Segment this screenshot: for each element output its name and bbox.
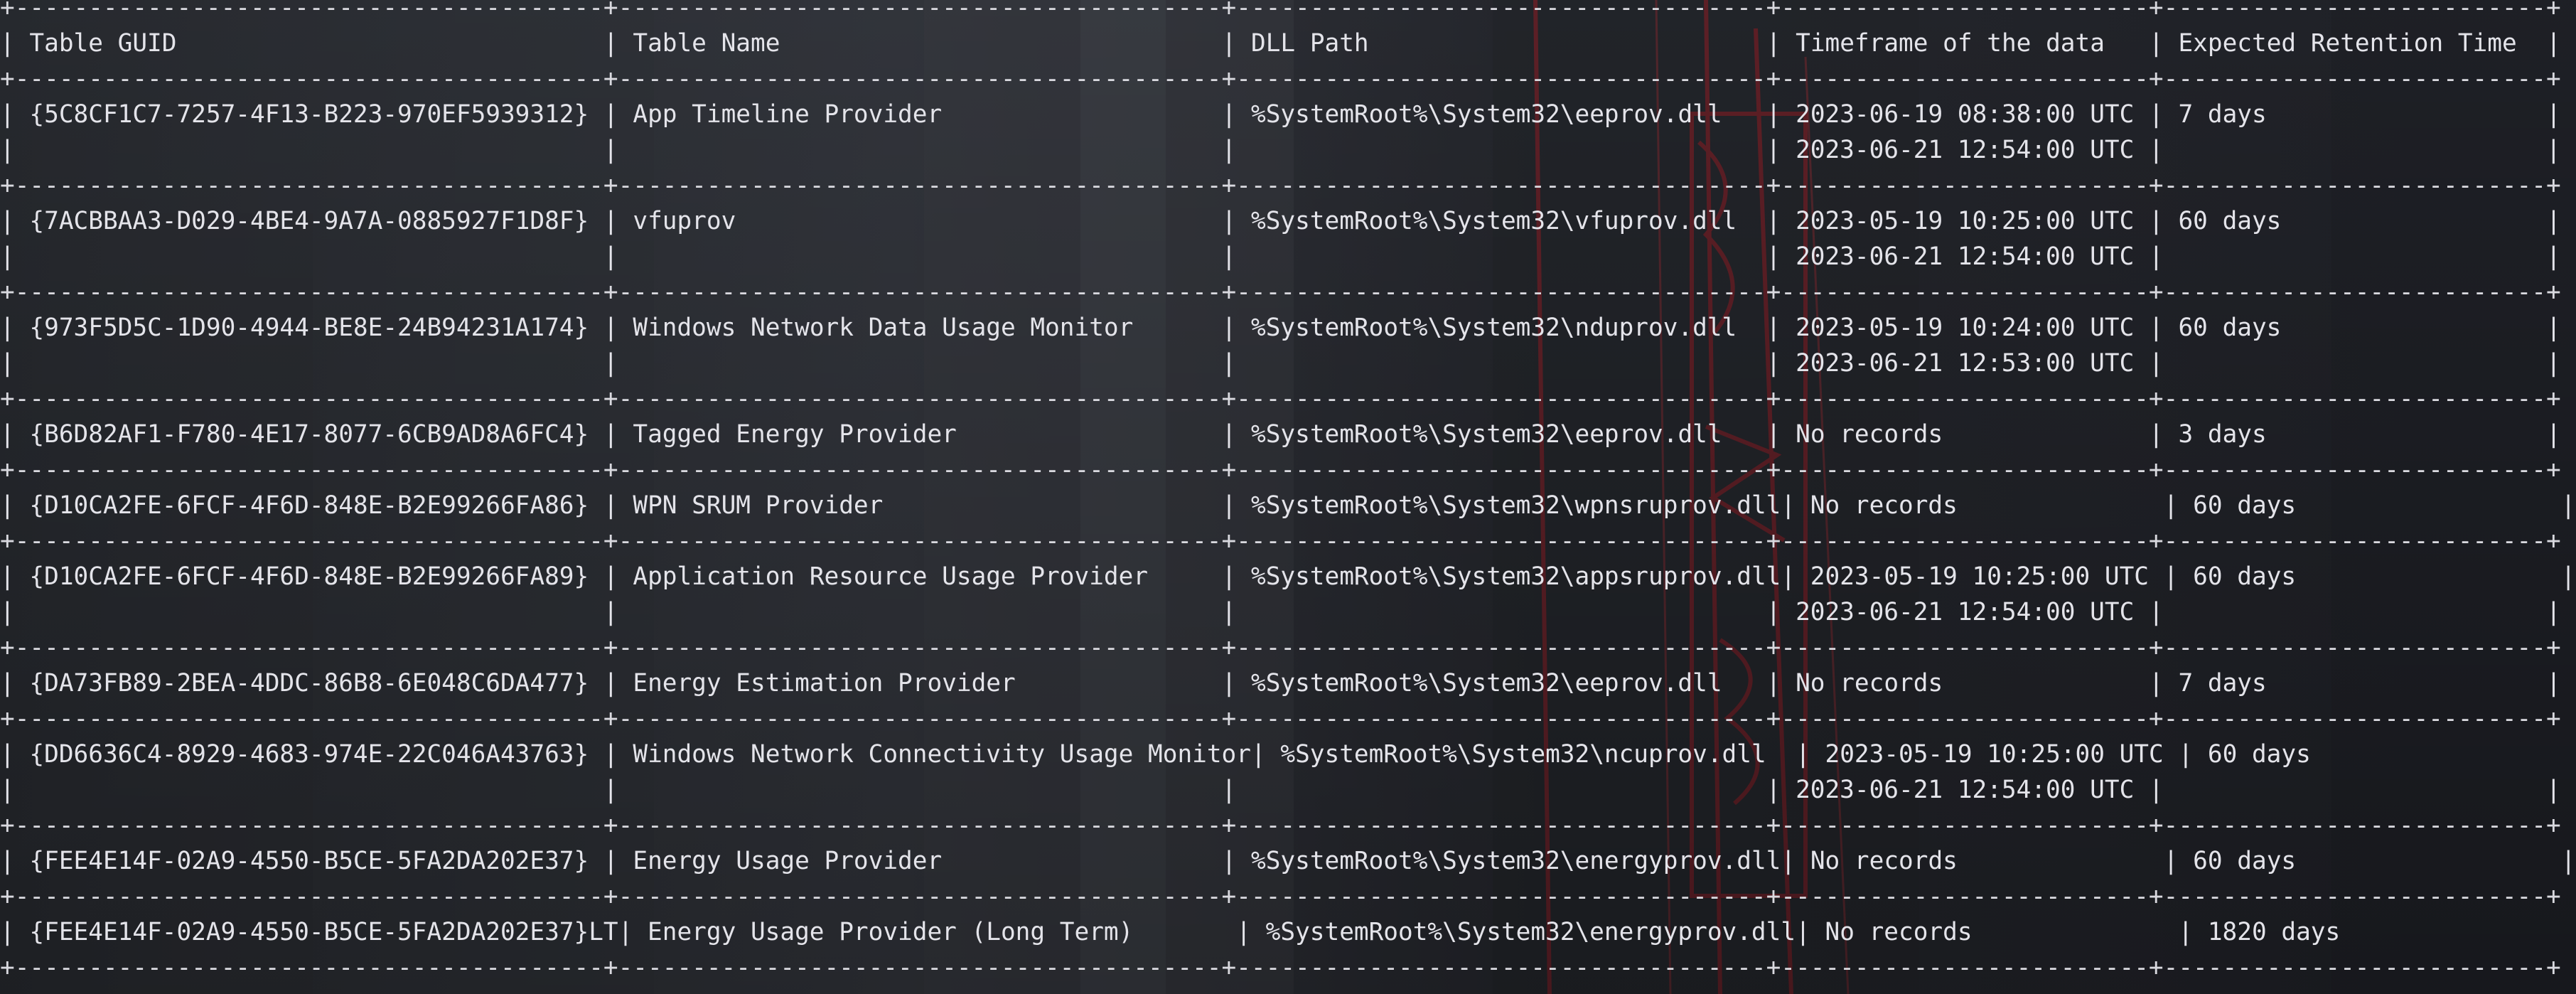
timeframe-end: 2023-06-21 12:54:00 UTC	[1796, 242, 2135, 271]
dll-path: %SystemRoot%\System32\vfuprov.dll	[1250, 207, 1737, 235]
dll-path: %SystemRoot%\System32\eeprov.dll	[1251, 100, 1722, 129]
retention-time: 60 days	[2207, 740, 2311, 769]
timeframe-start: No records	[1796, 420, 1943, 449]
retention-time: 7 days	[2178, 100, 2267, 129]
retention-time: 60 days	[2193, 491, 2297, 520]
retention-time: 60 days	[2193, 847, 2297, 875]
table-header-separator: +---------------------------------------…	[0, 65, 2561, 93]
retention-time: 60 days	[2178, 314, 2282, 342]
column-header: Expected Retention Time	[2178, 29, 2517, 58]
table-row: | {B6D82AF1-F780-4E17-8077-6CB9AD8A6FC4}…	[0, 420, 2561, 449]
timeframe-start: No records	[1796, 669, 1943, 698]
table-name: Energy Usage Provider (Long Term)	[648, 918, 1134, 946]
timeframe-start: 2023-05-19 10:24:00 UTC	[1796, 314, 2135, 342]
table-row-separator: +---------------------------------------…	[0, 705, 2561, 733]
dll-path: %SystemRoot%\System32\energyprov.dll	[1265, 918, 1796, 946]
table-row-continuation: | | | | 2023-06-21 12:53:00 UTC | |	[0, 349, 2561, 378]
terminal-output: +---------------------------------------…	[0, 0, 2576, 994]
table-row: | {973F5D5C-1D90-4944-BE8E-24B94231A174}…	[0, 314, 2561, 342]
table-name: Energy Usage Provider	[633, 847, 943, 875]
table-row: | {FEE4E14F-02A9-4550-B5CE-5FA2DA202E37}…	[0, 847, 2576, 875]
column-header: Table Name	[633, 29, 780, 58]
column-header: DLL Path	[1251, 29, 1369, 58]
table-row-separator: +---------------------------------------…	[0, 171, 2561, 200]
timeframe-start: No records	[1825, 918, 1973, 946]
retention-time: 7 days	[2178, 669, 2267, 698]
table-name: Tagged Energy Provider	[633, 420, 957, 449]
table-name: WPN SRUM Provider	[633, 491, 884, 520]
table-guid: {D10CA2FE-6FCF-4F6D-848E-B2E99266FA86}	[29, 491, 589, 520]
table-guid: {973F5D5C-1D90-4944-BE8E-24B94231A174}	[29, 314, 589, 342]
table-row-separator: +---------------------------------------…	[0, 811, 2561, 840]
table-row: | {D10CA2FE-6FCF-4F6D-848E-B2E99266FA86}…	[0, 491, 2576, 520]
table-name: Windows Network Connectivity Usage Monit…	[633, 740, 1251, 769]
table-guid: {DD6636C4-8929-4683-974E-22C046A43763}	[29, 740, 589, 769]
dll-path: %SystemRoot%\System32\wpnsruprov.dll	[1250, 491, 1781, 520]
table-row-separator: +---------------------------------------…	[0, 527, 2561, 555]
table-row-continuation: | | | | 2023-06-21 12:54:00 UTC | |	[0, 136, 2561, 164]
retention-time: 3 days	[2178, 420, 2267, 449]
table-border-top: +---------------------------------------…	[0, 0, 2561, 22]
table-guid: {5C8CF1C7-7257-4F13-B223-970EF5939312}	[29, 100, 589, 129]
table-row: | {FEE4E14F-02A9-4550-B5CE-5FA2DA202E37}…	[0, 918, 2576, 946]
retention-time: 1820 days	[2207, 918, 2341, 946]
table-name: Windows Network Data Usage Monitor	[633, 314, 1134, 342]
table-guid: {D10CA2FE-6FCF-4F6D-848E-B2E99266FA89}	[29, 562, 589, 591]
dll-path: %SystemRoot%\System32\appsruprov.dll	[1250, 562, 1781, 591]
timeframe-start: 2023-05-19 10:25:00 UTC	[1796, 207, 2135, 235]
timeframe-start: No records	[1810, 847, 1958, 875]
table-row: | {7ACBBAA3-D029-4BE4-9A7A-0885927F1D8F}…	[0, 207, 2561, 235]
table-row-separator: +---------------------------------------…	[0, 882, 2561, 911]
dll-path: %SystemRoot%\System32\energyprov.dll	[1251, 847, 1781, 875]
timeframe-start: 2023-06-19 08:38:00 UTC	[1796, 100, 2135, 129]
table-row-separator: +---------------------------------------…	[0, 278, 2561, 306]
table-row: | {D10CA2FE-6FCF-4F6D-848E-B2E99266FA89}…	[0, 562, 2576, 591]
table-name: Energy Estimation Provider	[633, 669, 1016, 698]
table-name: Application Resource Usage Provider	[633, 562, 1149, 591]
table-guid: {FEE4E14F-02A9-4550-B5CE-5FA2DA202E37}LT	[29, 918, 618, 946]
table-row-continuation: | | | | 2023-06-21 12:54:00 UTC | |	[0, 776, 2561, 804]
table-name: App Timeline Provider	[633, 100, 943, 129]
dll-path: %SystemRoot%\System32\nduprov.dll	[1250, 314, 1737, 342]
table-row-separator: +---------------------------------------…	[0, 456, 2561, 484]
table-row: | {5C8CF1C7-7257-4F13-B223-970EF5939312}…	[0, 100, 2561, 129]
timeframe-end: 2023-06-21 12:54:00 UTC	[1796, 598, 2135, 626]
timeframe-end: 2023-06-21 12:54:00 UTC	[1796, 776, 2135, 804]
table-guid: {FEE4E14F-02A9-4550-B5CE-5FA2DA202E37}	[29, 847, 589, 875]
timeframe-end: 2023-06-21 12:54:00 UTC	[1796, 136, 2135, 164]
table-row-continuation: | | | | 2023-06-21 12:54:00 UTC | |	[0, 242, 2561, 271]
table-guid: {B6D82AF1-F780-4E17-8077-6CB9AD8A6FC4}	[29, 420, 589, 449]
table-header-row: | Table GUID | Table Name | DLL Path | T…	[0, 29, 2561, 58]
timeframe-start: 2023-05-19 10:25:00 UTC	[1825, 740, 2164, 769]
table-guid: {DA73FB89-2BEA-4DDC-86B8-6E048C6DA477}	[29, 669, 589, 698]
table-guid: {7ACBBAA3-D029-4BE4-9A7A-0885927F1D8F}	[29, 207, 589, 235]
table-row-continuation: | | | | 2023-06-21 12:54:00 UTC | |	[0, 598, 2561, 626]
timeframe-start: No records	[1810, 491, 1958, 520]
table-row-separator: +---------------------------------------…	[0, 634, 2561, 662]
dll-path: %SystemRoot%\System32\eeprov.dll	[1250, 669, 1722, 698]
dll-path: %SystemRoot%\System32\ncuprov.dll	[1280, 740, 1766, 769]
table-row-separator: +---------------------------------------…	[0, 385, 2561, 413]
column-header: Timeframe of the data	[1796, 29, 2105, 58]
table-row-separator: +---------------------------------------…	[0, 953, 2561, 982]
timeframe-start: 2023-05-19 10:25:00 UTC	[1810, 562, 2150, 591]
column-header: Table GUID	[29, 29, 177, 58]
dll-path: %SystemRoot%\System32\eeprov.dll	[1251, 420, 1722, 449]
retention-time: 60 days	[2193, 562, 2297, 591]
retention-time: 60 days	[2178, 207, 2282, 235]
table-name: vfuprov	[633, 207, 736, 235]
table-row: | {DD6636C4-8929-4683-974E-22C046A43763}…	[0, 740, 2576, 769]
table-row: | {DA73FB89-2BEA-4DDC-86B8-6E048C6DA477}…	[0, 669, 2561, 698]
timeframe-end: 2023-06-21 12:53:00 UTC	[1796, 349, 2135, 378]
